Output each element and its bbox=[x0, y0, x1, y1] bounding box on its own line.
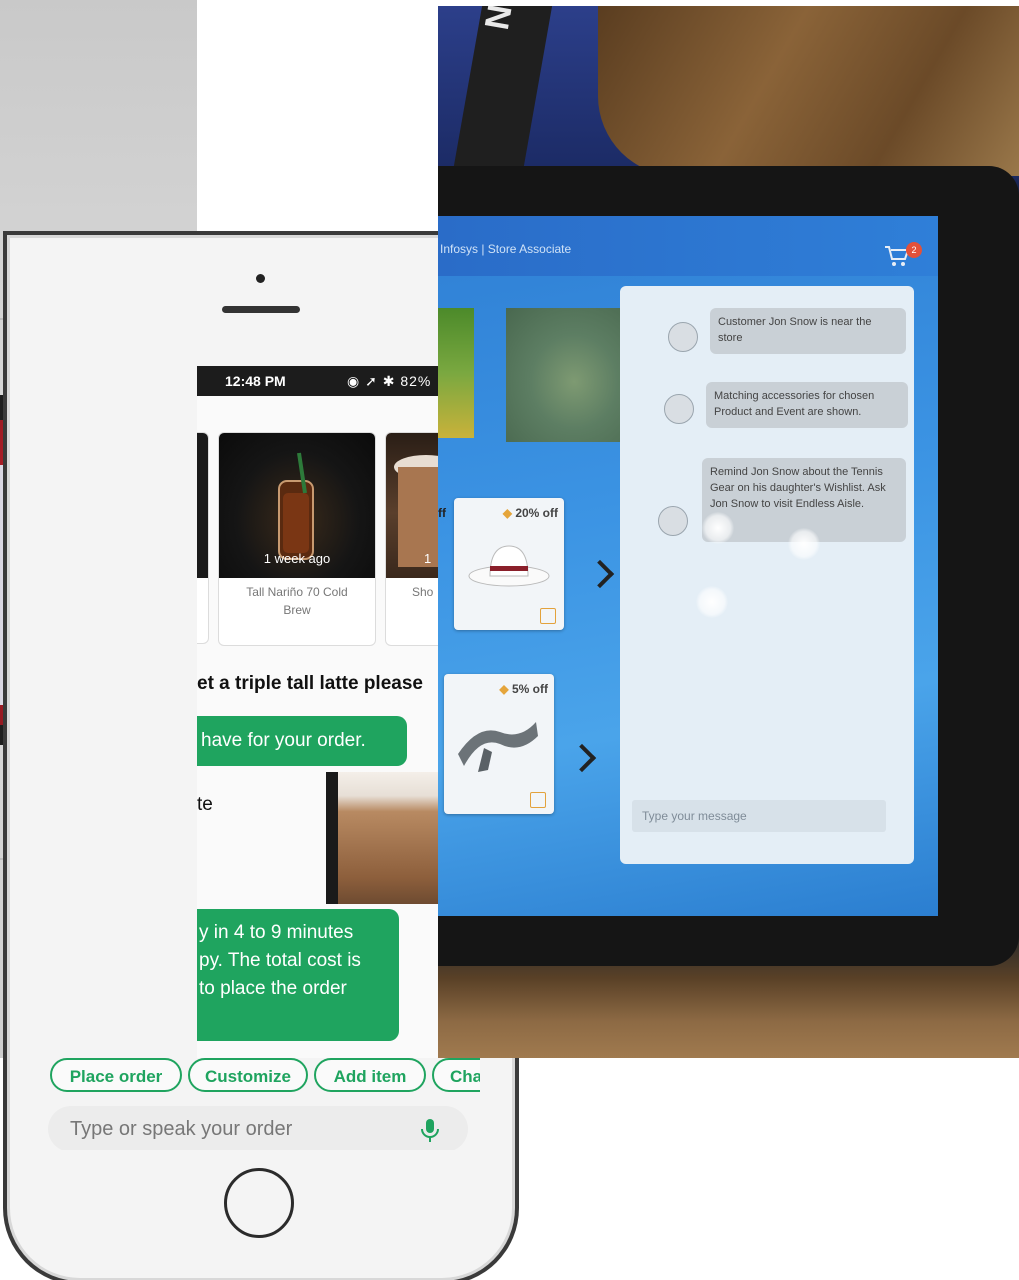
child-photo bbox=[438, 308, 474, 438]
status-icons: ◉ ➚ ✱ 82% bbox=[347, 373, 432, 389]
recent-order-card[interactable]: 1 Sho bbox=[385, 432, 438, 646]
customize-button[interactable]: Customize bbox=[188, 1058, 308, 1092]
tablet-photo: NRF Infosys | Store Associate 2 ff ◆ 20%… bbox=[438, 6, 1019, 1058]
home-button[interactable] bbox=[224, 1168, 294, 1238]
bot-message-bubble: have for your order. bbox=[197, 716, 407, 766]
app-header: Infosys | Store Associate 2 bbox=[438, 216, 938, 276]
latte-glass-icon bbox=[326, 772, 338, 904]
bot-confirmation-line: y in 4 to 9 minutes bbox=[199, 922, 354, 943]
product-image bbox=[197, 433, 208, 578]
hair-background bbox=[598, 6, 1019, 176]
chat-message: Customer Jon Snow is near the store bbox=[710, 308, 906, 354]
bot-confirmation-bubble: y in 4 to 9 minutes py. The total cost i… bbox=[197, 909, 399, 1041]
tablet-screen: Infosys | Store Associate 2 ff ◆ 20% off bbox=[438, 216, 938, 916]
order-item-name: te bbox=[197, 794, 213, 815]
card-time-overlay: 1 bbox=[424, 551, 432, 566]
chevron-right-icon[interactable] bbox=[567, 743, 597, 773]
chevron-right-icon[interactable] bbox=[585, 559, 615, 589]
tennis-ball-photo bbox=[506, 308, 630, 442]
partial-discount: ff bbox=[438, 506, 446, 520]
discount-label: ◆ 20% off bbox=[502, 506, 558, 520]
app-title: Infosys | Store Associate bbox=[440, 242, 572, 256]
assistant-avatar bbox=[658, 506, 688, 536]
tag-icon: ◆ bbox=[502, 506, 512, 520]
shopping-bag-icon[interactable] bbox=[530, 792, 546, 808]
bot-confirmation-line: py. The total cost is bbox=[199, 950, 361, 971]
status-time: 12:48 PM bbox=[225, 373, 286, 389]
order-input[interactable] bbox=[48, 1106, 468, 1150]
shopping-bag-icon[interactable] bbox=[540, 608, 556, 624]
hat-icon bbox=[468, 545, 550, 587]
bot-confirmation-line: to place the order bbox=[199, 978, 347, 999]
assistant-avatar bbox=[668, 322, 698, 352]
phone-screen: 12:48 PM ◉ ➚ ✱ 82% 1 week ago Tall Nariñ… bbox=[197, 366, 438, 1058]
microphone-icon[interactable] bbox=[416, 1116, 444, 1144]
chat-message: Matching accessories for chosen Product … bbox=[706, 382, 908, 428]
associate-chat-panel: Customer Jon Snow is near the store Matc… bbox=[620, 286, 914, 864]
bot-message-text: have for your order. bbox=[201, 730, 366, 751]
recent-order-card[interactable]: 1 week ago Tall Nariño 70 Cold Brew bbox=[218, 432, 376, 646]
recent-order-card[interactable] bbox=[197, 432, 209, 644]
card-time-overlay: 1 week ago bbox=[263, 551, 331, 566]
add-item-button[interactable]: Add item bbox=[314, 1058, 426, 1092]
discount-label: ◆ 5% off bbox=[499, 682, 548, 696]
status-bar: 12:48 PM ◉ ➚ ✱ 82% bbox=[197, 366, 438, 396]
tag-icon: ◆ bbox=[499, 682, 509, 696]
card-product-name: Tall Nariño 70 Cold Brew bbox=[246, 585, 348, 617]
phone-controls: Place order Customize Add item Cha bbox=[38, 1058, 480, 1150]
cart-count-badge: 2 bbox=[906, 242, 922, 258]
place-order-button[interactable]: Place order bbox=[50, 1058, 182, 1092]
message-input[interactable] bbox=[632, 800, 886, 832]
product-tile-scarf[interactable]: ◆ 5% off bbox=[444, 674, 554, 814]
front-camera bbox=[256, 274, 265, 283]
earpiece-speaker bbox=[222, 306, 300, 313]
screen-glare bbox=[702, 512, 734, 544]
scarf-icon bbox=[458, 722, 538, 772]
assistant-avatar bbox=[664, 394, 694, 424]
product-tile-hat[interactable]: ◆ 20% off bbox=[454, 498, 564, 630]
change-button[interactable]: Cha bbox=[432, 1058, 480, 1092]
order-item-image bbox=[326, 772, 438, 904]
screen-glare bbox=[788, 528, 820, 560]
screen-glare bbox=[696, 586, 728, 618]
user-message: et a triple tall latte please bbox=[197, 673, 423, 694]
card-product-name: Sho bbox=[412, 585, 434, 599]
